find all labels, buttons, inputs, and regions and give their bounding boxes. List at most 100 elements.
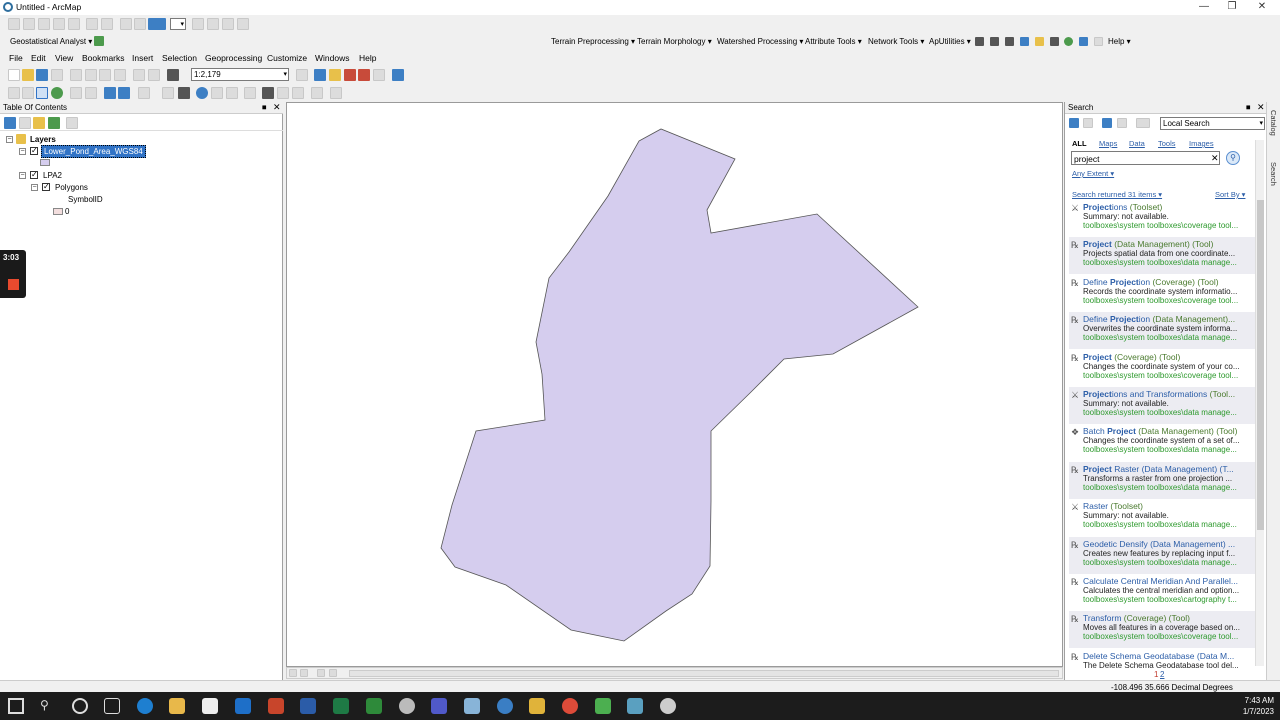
undo-icon[interactable]	[133, 69, 145, 81]
aputilities-menu[interactable]: ApUtilities ▾	[929, 37, 971, 46]
menu-bookmarks[interactable]: Bookmarks	[82, 53, 125, 63]
redo-icon[interactable]	[148, 69, 160, 81]
close-icon[interactable]: ✕	[1252, 1, 1272, 12]
app-icon[interactable]	[627, 698, 643, 714]
excel-icon[interactable]	[333, 698, 349, 714]
result-path[interactable]: toolboxes\system toolboxes\data manage..…	[1083, 483, 1263, 492]
time-slider-icon[interactable]	[311, 87, 323, 99]
zoom-in-icon[interactable]	[8, 87, 20, 99]
geostatistical-analyst-menu[interactable]: Geostatistical Analyst ▾	[10, 37, 92, 46]
tool-icon[interactable]	[38, 18, 50, 30]
cortana-icon[interactable]	[72, 698, 88, 714]
file-explorer-icon[interactable]	[169, 698, 185, 714]
search-result-item[interactable]: ⚔ Projections and Transformations (Tool..…	[1069, 387, 1263, 424]
search-count[interactable]: Search returned 31 items ▾	[1072, 190, 1162, 199]
hyperlink-icon[interactable]	[226, 87, 238, 99]
pause-drawing-icon[interactable]	[329, 669, 337, 677]
tool-icon[interactable]	[192, 18, 204, 30]
forward-extent-icon[interactable]	[118, 87, 130, 99]
app-icon[interactable]	[660, 698, 676, 714]
save-icon[interactable]	[36, 69, 48, 81]
outlook-icon[interactable]	[235, 698, 251, 714]
print-icon[interactable]	[51, 69, 63, 81]
terrain-morphology-menu[interactable]: Terrain Morphology ▾	[637, 37, 712, 46]
layers-label[interactable]: Layers	[30, 135, 56, 144]
search-result-item[interactable]: ⚔ Projections (Toolset) Summary: not avail…	[1069, 200, 1263, 237]
list-by-visibility-icon[interactable]	[33, 117, 45, 129]
search-scope-dropdown[interactable]: Local Search ▾	[1160, 117, 1265, 130]
result-path[interactable]: toolboxes\system toolboxes\data manage..…	[1083, 558, 1263, 567]
result-title[interactable]: Projections and Transformations (Tool...	[1083, 389, 1263, 399]
clear-selection-icon[interactable]	[162, 87, 174, 99]
geostat-wizard-icon[interactable]	[94, 36, 104, 46]
menu-windows[interactable]: Windows	[315, 53, 349, 63]
result-title[interactable]: Projections (Toolset)	[1083, 202, 1263, 212]
paste-icon[interactable]	[99, 69, 111, 81]
clock-date[interactable]: 1/7/2023	[1230, 707, 1274, 716]
edge-icon[interactable]	[137, 698, 153, 714]
hydro-tool-icon[interactable]	[1035, 37, 1044, 46]
filter-images[interactable]: Images	[1189, 139, 1214, 148]
start-icon[interactable]	[8, 698, 24, 714]
search-go-icon[interactable]: ⚲	[1226, 151, 1240, 165]
result-path[interactable]: toolboxes\system toolboxes\coverage tool…	[1083, 371, 1263, 380]
go-to-xy-icon[interactable]	[292, 87, 304, 99]
arcmap-taskbar-icon[interactable]	[497, 698, 513, 714]
search-result-item[interactable]: ℞ Project Raster (Data Management) (T... T…	[1069, 461, 1263, 499]
find-icon[interactable]	[262, 87, 274, 99]
list-by-drawing-order-icon[interactable]	[4, 117, 16, 129]
hydro-tool-icon[interactable]	[1020, 37, 1029, 46]
menu-file[interactable]: File	[9, 53, 23, 63]
toc-window-icon[interactable]	[314, 69, 326, 81]
tool-icon[interactable]	[86, 18, 98, 30]
search-result-item[interactable]: ℞ Define Projection (Data Management)... O…	[1069, 312, 1263, 350]
measure-icon[interactable]	[244, 87, 256, 99]
hydro-tool-icon[interactable]	[975, 37, 984, 46]
result-title[interactable]: Raster (Toolset)	[1083, 501, 1263, 511]
tool-icon[interactable]	[120, 18, 132, 30]
search-result-item[interactable]: ℞ Project (Coverage) (Tool) Changes the co…	[1069, 350, 1263, 387]
zoom-out-icon[interactable]	[22, 87, 34, 99]
terrain-preprocessing-menu[interactable]: Terrain Preprocessing ▾	[551, 37, 635, 46]
pencil-icon[interactable]	[1094, 37, 1103, 46]
scroll-thumb[interactable]	[1257, 200, 1264, 530]
collapse-layer1-icon[interactable]: −	[19, 148, 26, 155]
tool-icon[interactable]	[222, 18, 234, 30]
pan-icon[interactable]	[36, 87, 48, 99]
tool-icon[interactable]	[53, 18, 65, 30]
refresh-view-icon[interactable]	[317, 669, 325, 677]
result-path[interactable]: toolboxes\system toolboxes\coverage tool…	[1083, 632, 1263, 641]
task-view-icon[interactable]	[104, 698, 120, 714]
tool-icon[interactable]	[134, 18, 146, 30]
search-pin-icon[interactable]: ⏹	[1246, 102, 1251, 113]
close-toc-icon[interactable]: ✕	[273, 102, 281, 113]
search-close-icon[interactable]: ✕	[1257, 102, 1265, 113]
flag-icon[interactable]	[1079, 37, 1088, 46]
menu-help[interactable]: Help	[359, 53, 376, 63]
app-icon[interactable]	[464, 698, 480, 714]
collapse-layers-icon[interactable]: −	[6, 136, 13, 143]
tool-icon[interactable]	[23, 18, 35, 30]
page-2-link[interactable]: 2	[1160, 670, 1164, 679]
hydro-tool-icon[interactable]	[1005, 37, 1014, 46]
fixed-zoom-out-icon[interactable]	[85, 87, 97, 99]
collapse-layer2-icon[interactable]: −	[19, 172, 26, 179]
refresh-icon[interactable]	[1117, 118, 1127, 128]
filter-all[interactable]: ALL	[1072, 139, 1087, 148]
menu-geoprocessing[interactable]: Geoprocessing	[205, 53, 262, 63]
pond-polygon[interactable]	[440, 128, 919, 642]
word-icon[interactable]	[300, 698, 316, 714]
select-features-icon[interactable]	[138, 87, 150, 99]
extent-dropdown[interactable]: Any Extent ▾	[1072, 169, 1114, 178]
search-result-item[interactable]: ⚔ Raster (Toolset) Summary: not available.…	[1069, 499, 1263, 536]
search-taskbar-icon[interactable]: ⚲	[40, 698, 56, 714]
python-window-icon[interactable]	[373, 69, 385, 81]
tool-icon[interactable]	[237, 18, 249, 30]
new-icon[interactable]	[8, 69, 20, 81]
result-path[interactable]: toolboxes\system toolboxes\data manage..…	[1083, 520, 1263, 529]
search-result-item[interactable]: ℞ Calculate Central Meridian And Parallel…	[1069, 574, 1263, 611]
search-result-item[interactable]: ℞ Define Projection (Coverage) (Tool) Reco…	[1069, 275, 1263, 312]
delete-icon[interactable]	[114, 69, 126, 81]
map-view[interactable]	[286, 102, 1063, 667]
result-title[interactable]: Project (Coverage) (Tool)	[1083, 352, 1263, 362]
